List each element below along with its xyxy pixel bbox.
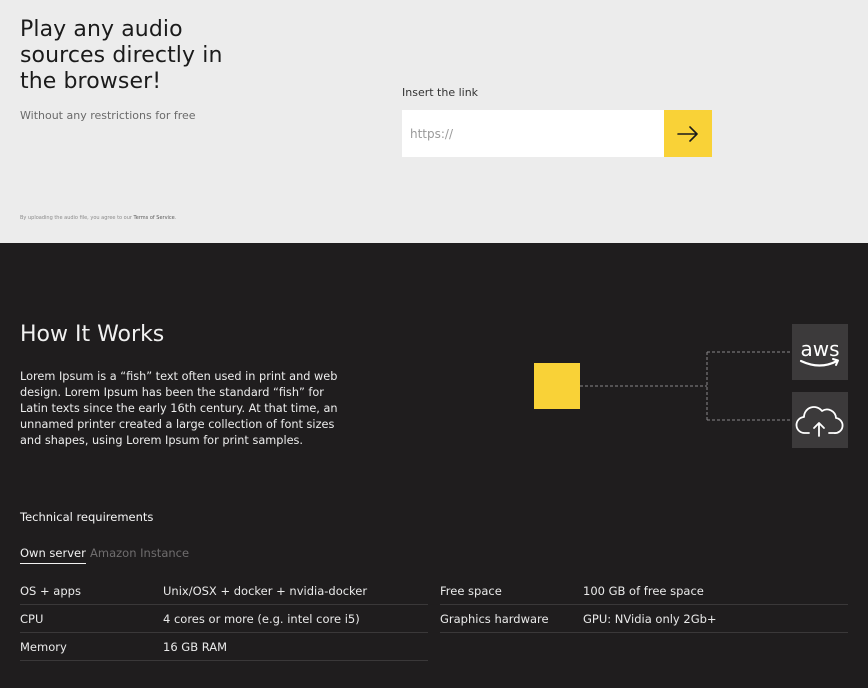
requirement-value: 16 GB RAM — [163, 640, 228, 654]
requirement-row: OS + apps Unix/OSX + docker + nvidia-doc… — [20, 577, 428, 605]
requirement-row: Free space 100 GB of free space — [440, 577, 848, 605]
tab-own-server[interactable]: Own server — [20, 546, 86, 564]
requirement-key: Free space — [440, 584, 502, 598]
requirement-row: Memory 16 GB RAM — [20, 633, 428, 661]
requirement-value: 4 cores or more (e.g. intel core i5) — [163, 612, 360, 626]
requirement-key: Graphics hardware — [440, 612, 549, 626]
requirement-value: Unix/OSX + docker + nvidia-docker — [163, 584, 368, 598]
source-node-square — [534, 363, 580, 409]
requirement-value: 100 GB of free space — [583, 584, 704, 598]
aws-tile: aws — [792, 324, 848, 380]
tech-requirements-title: Technical requirements — [20, 510, 154, 524]
requirement-row: Graphics hardware GPU: NVidia only 2Gb+ — [440, 605, 848, 633]
requirement-row: CPU 4 cores or more (e.g. intel core i5) — [20, 605, 428, 633]
tab-amazon-instance[interactable]: Amazon Instance — [90, 546, 189, 563]
requirement-key: OS + apps — [20, 584, 81, 598]
requirement-key: Memory — [20, 640, 67, 654]
requirement-value: GPU: NVidia only 2Gb+ — [583, 612, 717, 626]
aws-logo-icon: aws — [799, 337, 840, 367]
cloud-tile — [792, 392, 848, 448]
requirement-key: CPU — [20, 612, 44, 626]
cloud-upload-icon — [795, 406, 844, 437]
aws-logo-text: aws — [800, 337, 839, 361]
